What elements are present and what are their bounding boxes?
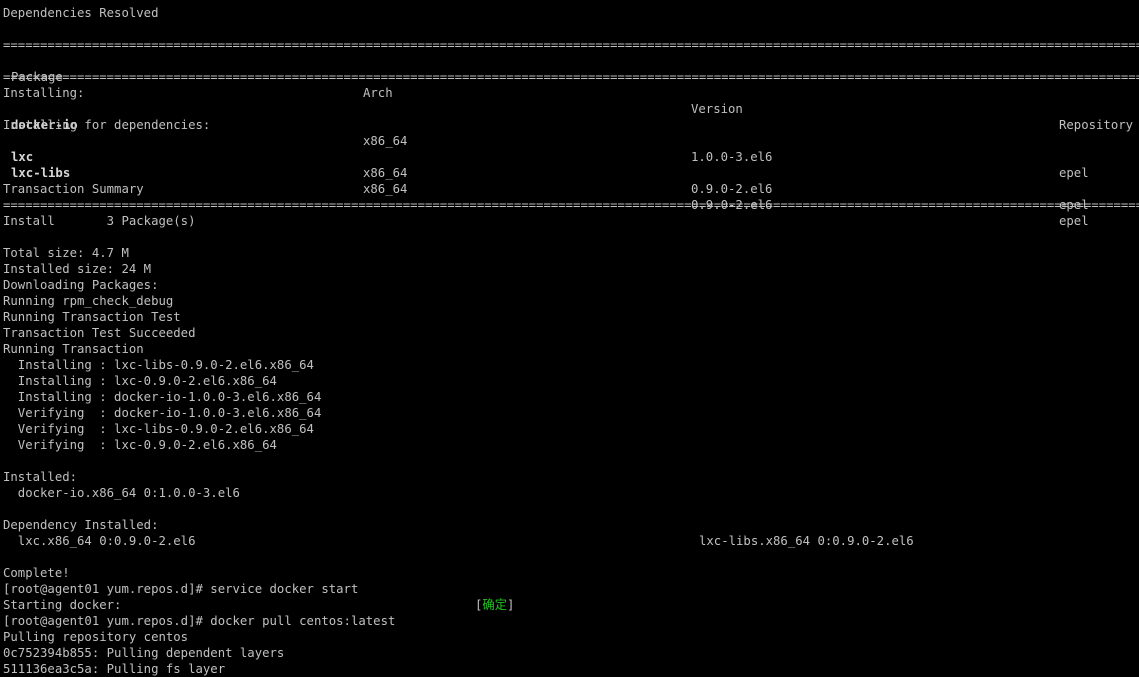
package-arch: x86_64	[363, 166, 408, 180]
terminal-window[interactable]: Dependencies Resolved ==================…	[0, 0, 1139, 677]
pull-status: Pulling repository centos	[3, 630, 189, 644]
log-line: Downloading Packages:	[3, 278, 159, 292]
ok-text: 确定	[482, 598, 508, 612]
deps-label: Installing for dependencies:	[3, 118, 211, 132]
log-line: Installed size: 24 M	[3, 262, 152, 276]
package-name: lxc-libs	[11, 166, 71, 180]
package-repo: epel	[1059, 214, 1089, 228]
ok-status: [确定]	[475, 597, 514, 613]
log-line: Installing : lxc-libs-0.9.0-2.el6.x86_64	[3, 358, 314, 372]
col-arch-header: Arch	[363, 86, 393, 100]
dependency-installed-left: lxc.x86_64 0:0.9.0-2.el6	[3, 534, 196, 548]
table-row: lxc x86_64 0.9.0-2.el6 epel	[0, 133, 1139, 212]
dependency-installed-right: lxc-libs.x86_64 0:0.9.0-2.el6	[699, 534, 914, 548]
summary-install-line: Install 3 Package(s)	[3, 214, 196, 228]
ok-bracket-close: ]	[507, 598, 515, 612]
log-line: Total size: 4.7 M	[3, 246, 129, 260]
layer-status: 0c752394b855: Pulling dependent layers	[3, 646, 285, 660]
shell-command: [root@agent01 yum.repos.d]# service dock…	[3, 582, 359, 596]
package-arch: x86_64	[363, 182, 408, 196]
dependency-installed-label: Dependency Installed:	[3, 518, 159, 532]
rule-header: ========================================…	[3, 70, 1139, 84]
installed-item: docker-io.x86_64 0:1.0.0-3.el6	[3, 486, 240, 500]
rule-top: ========================================…	[3, 38, 1139, 52]
log-line: Installing : lxc-0.9.0-2.el6.x86_64	[3, 374, 277, 388]
summary-title: Transaction Summary	[3, 182, 144, 196]
starting-docker: Starting docker:	[3, 598, 122, 612]
log-line: Running rpm_check_debug	[3, 294, 174, 308]
col-repository-header: Repository	[1059, 118, 1134, 132]
table-row: docker-io x86_64 1.0.0-3.el6 epel	[0, 101, 1139, 180]
log-line: Running Transaction Test	[3, 310, 181, 324]
log-line: Verifying : lxc-0.9.0-2.el6.x86_64	[3, 438, 277, 452]
header-title: Dependencies Resolved	[3, 6, 159, 20]
log-line: Verifying : docker-io-1.0.0-3.el6.x86_64	[3, 406, 322, 420]
installing-label: Installing:	[3, 86, 85, 100]
package-version: 0.9.0-2.el6	[691, 182, 773, 196]
complete-message: Complete!	[3, 566, 70, 580]
shell-command: [root@agent01 yum.repos.d]# docker pull …	[3, 614, 396, 628]
package-repo: epel	[1059, 166, 1089, 180]
log-line: Transaction Test Succeeded	[3, 326, 196, 340]
log-line: Installing : docker-io-1.0.0-3.el6.x86_6…	[3, 390, 322, 404]
table-row: lxc-libs x86_64 0.9.0-2.el6 epel	[0, 149, 1139, 228]
table-header: Package Arch Version Repository	[0, 53, 1139, 132]
installed-label: Installed:	[3, 470, 78, 484]
layer-status: 511136ea3c5a: Pulling fs layer	[3, 662, 226, 676]
log-line: Verifying : lxc-libs-0.9.0-2.el6.x86_64	[3, 422, 314, 436]
rule-summary: ========================================…	[3, 198, 1139, 212]
log-line: Running Transaction	[3, 342, 144, 356]
